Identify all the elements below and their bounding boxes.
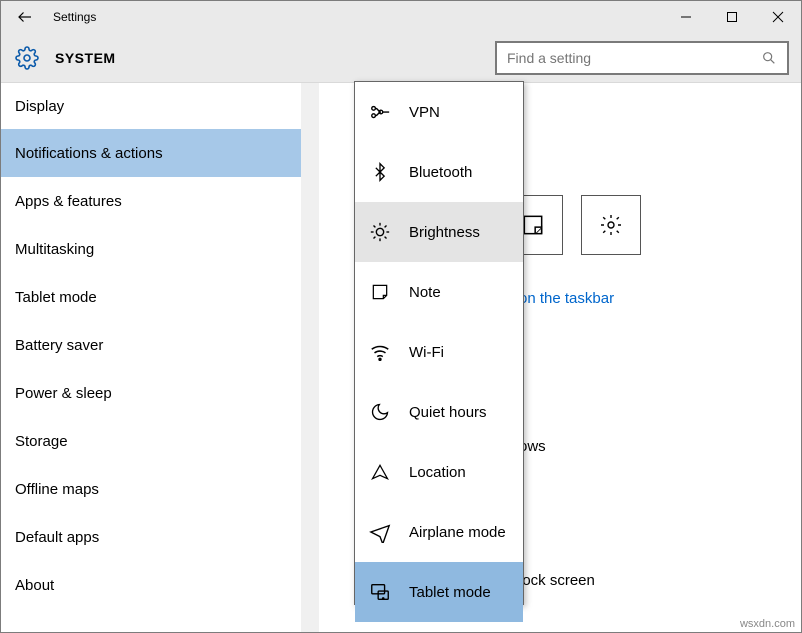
sidebar-scrollbar[interactable] <box>301 83 319 632</box>
airplane-mode-icon <box>369 521 391 543</box>
search-box[interactable] <box>495 41 789 75</box>
popup-item-quiet-hours[interactable]: Quiet hours <box>355 382 523 442</box>
brightness-icon <box>369 221 391 243</box>
popup-item-note[interactable]: Note <box>355 262 523 322</box>
settings-gear-icon <box>13 44 41 72</box>
sidebar-item-multitasking[interactable]: Multitasking <box>1 225 319 273</box>
sidebar-item-label: Battery saver <box>15 337 103 354</box>
sidebar-item-label: Offline maps <box>15 481 99 498</box>
close-button[interactable] <box>755 1 801 33</box>
vpn-icon <box>369 101 391 123</box>
text-lockscreen: lock screen <box>519 572 595 589</box>
popup-item-label: Note <box>409 284 441 301</box>
popup-item-airplane-mode[interactable]: Airplane mode <box>355 502 523 562</box>
sidebar-item-label: Storage <box>15 433 68 450</box>
maximize-button[interactable] <box>709 1 755 33</box>
location-icon <box>369 461 391 483</box>
sidebar-item-label: Display <box>15 98 64 115</box>
back-button[interactable] <box>1 1 49 33</box>
popup-item-vpn[interactable]: VPN <box>355 82 523 142</box>
quick-action-tile-settings[interactable] <box>581 195 641 255</box>
sidebar-item-apps-features[interactable]: Apps & features <box>1 177 319 225</box>
sidebar-item-label: Default apps <box>15 529 99 546</box>
sidebar-item-storage[interactable]: Storage <box>1 417 319 465</box>
popup-item-brightness[interactable]: Brightness <box>355 202 523 262</box>
sidebar-item-battery-saver[interactable]: Battery saver <box>1 321 319 369</box>
sidebar: Display Notifications & actions Apps & f… <box>1 83 319 632</box>
bluetooth-icon <box>369 161 391 183</box>
popup-item-label: VPN <box>409 104 440 121</box>
popup-item-wifi[interactable]: Wi-Fi <box>355 322 523 382</box>
wifi-icon <box>369 341 391 363</box>
sidebar-item-label: Apps & features <box>15 193 122 210</box>
search-icon <box>761 50 777 66</box>
popup-item-label: Wi-Fi <box>409 344 444 361</box>
titlebar: Settings <box>1 1 801 33</box>
popup-item-location[interactable]: Location <box>355 442 523 502</box>
popup-item-label: Airplane mode <box>409 524 506 541</box>
sidebar-item-label: Tablet mode <box>15 289 97 306</box>
watermark: wsxdn.com <box>740 618 795 630</box>
sidebar-item-default-apps[interactable]: Default apps <box>1 513 319 561</box>
sidebar-item-label: Power & sleep <box>15 385 112 402</box>
minimize-button[interactable] <box>663 1 709 33</box>
link-taskbar[interactable]: on the taskbar <box>519 290 614 307</box>
sidebar-item-label: Notifications & actions <box>15 145 163 162</box>
sidebar-item-label: Multitasking <box>15 241 94 258</box>
popup-item-label: Location <box>409 464 466 481</box>
sidebar-item-offline-maps[interactable]: Offline maps <box>1 465 319 513</box>
quick-action-picker: VPN Bluetooth Brightness Note Wi-Fi Quie… <box>354 81 524 605</box>
quiet-hours-icon <box>369 402 391 422</box>
sidebar-item-display[interactable]: Display <box>1 83 319 129</box>
popup-item-label: Tablet mode <box>409 584 491 601</box>
sidebar-item-tablet-mode[interactable]: Tablet mode <box>1 273 319 321</box>
popup-item-tablet-mode[interactable]: Tablet mode <box>355 562 523 622</box>
sidebar-item-about[interactable]: About <box>1 561 319 609</box>
popup-item-label: Brightness <box>409 224 480 241</box>
note-icon <box>369 282 391 302</box>
popup-item-label: Quiet hours <box>409 404 487 421</box>
tablet-mode-icon <box>369 581 391 603</box>
sidebar-item-notifications[interactable]: Notifications & actions <box>1 129 319 177</box>
settings-window: Settings SYSTEM Display Notifications & … <box>0 0 802 633</box>
sidebar-item-power-sleep[interactable]: Power & sleep <box>1 369 319 417</box>
popup-item-bluetooth[interactable]: Bluetooth <box>355 142 523 202</box>
sidebar-item-label: About <box>15 577 54 594</box>
search-input[interactable] <box>507 50 761 66</box>
header-title: SYSTEM <box>55 50 116 66</box>
window-title: Settings <box>49 10 663 24</box>
header: SYSTEM <box>1 33 801 83</box>
popup-item-label: Bluetooth <box>409 164 472 181</box>
